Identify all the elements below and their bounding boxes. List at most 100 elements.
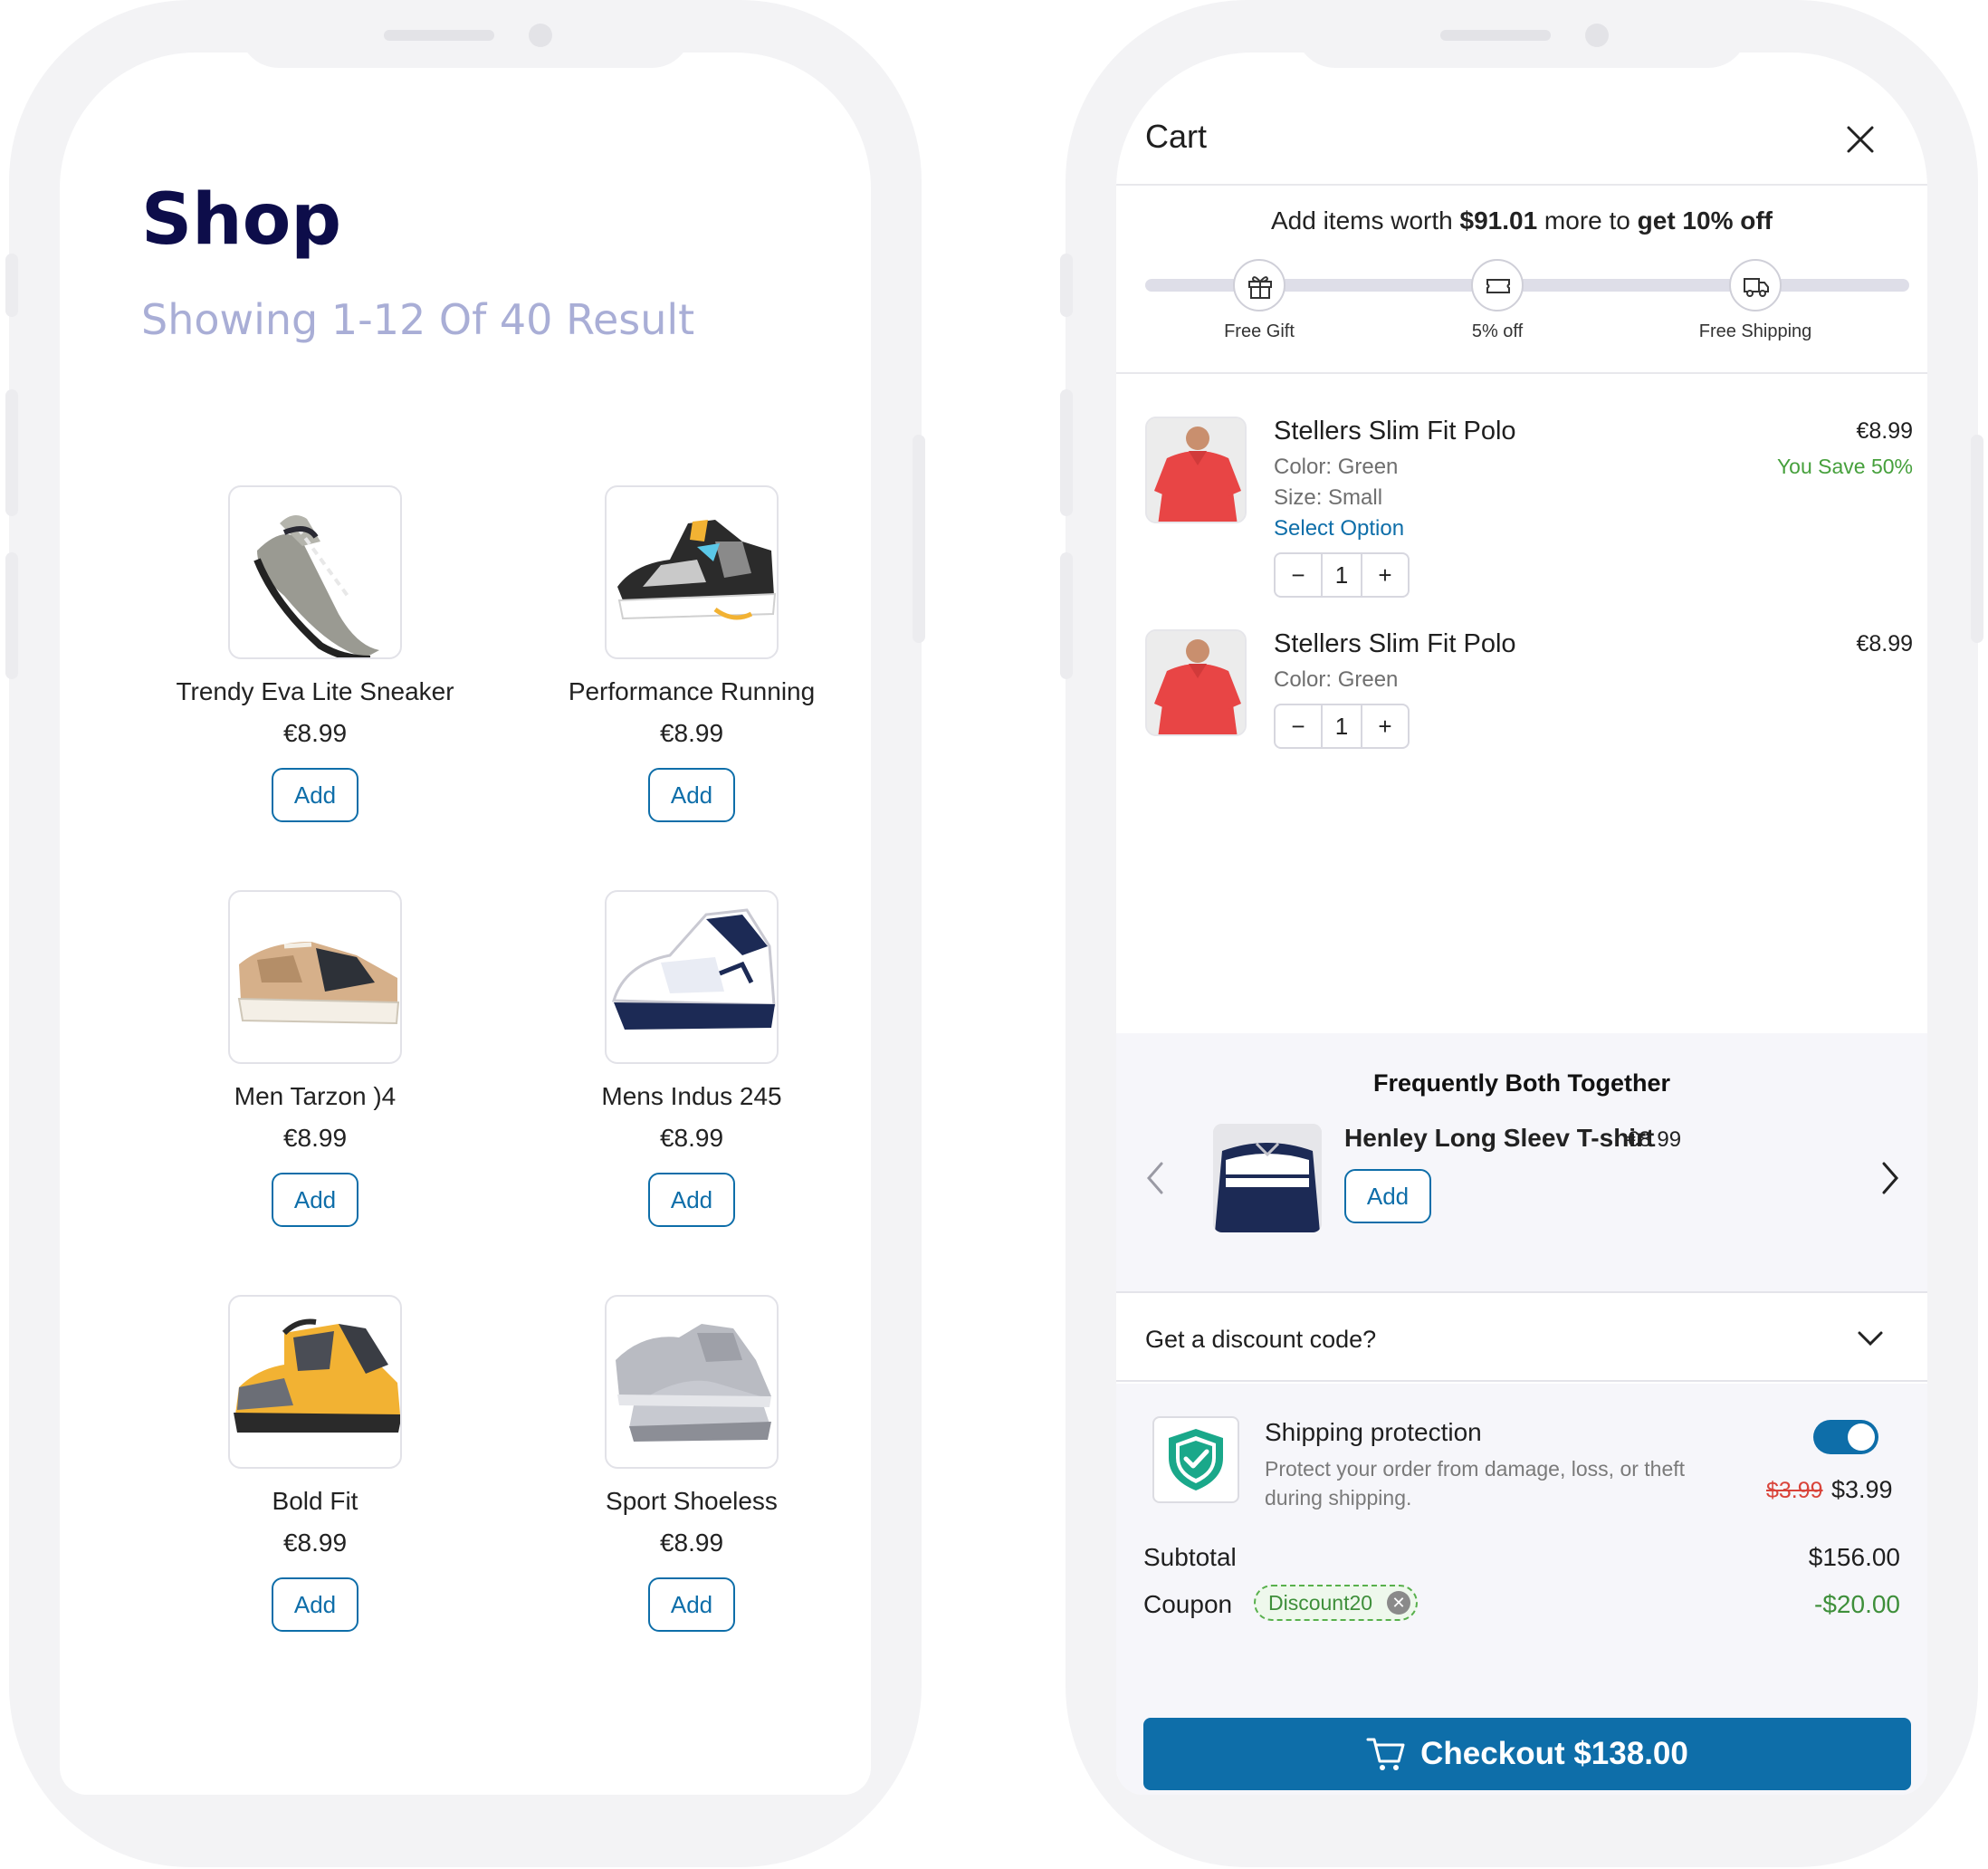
coupon-value: -$20.00 <box>1814 1590 1900 1618</box>
product-image[interactable] <box>228 485 402 659</box>
reward-message: Add items worth $91.01 more to get 10% o… <box>1116 206 1927 235</box>
phone-camera <box>1585 24 1609 47</box>
increase-quantity-button[interactable]: + <box>1362 554 1408 596</box>
product-card[interactable]: Trendy Eva Lite Sneaker €8.99 Add <box>134 485 496 822</box>
product-name: Men Tarzon )4 <box>234 1082 397 1110</box>
add-to-cart-button[interactable]: Add <box>272 1173 358 1227</box>
product-card[interactable]: Men Tarzon )4 €8.99 Add <box>134 890 496 1227</box>
fbt-product-image[interactable] <box>1213 1124 1322 1232</box>
chevron-left-icon[interactable] <box>1143 1160 1167 1196</box>
cart-item-color: Color: Green <box>1274 455 1399 479</box>
sneaker-image <box>253 515 379 657</box>
add-to-cart-button[interactable]: Add <box>648 1577 735 1632</box>
cart-item-image[interactable] <box>1145 629 1247 736</box>
close-icon[interactable] <box>1844 123 1877 156</box>
product-price: €8.99 <box>282 719 348 747</box>
cart-header: Cart <box>1116 53 1927 186</box>
cart-phone-frame: Cart Add items worth $91.01 more to get … <box>1060 0 1983 1867</box>
product-name: Bold Fit <box>272 1487 358 1515</box>
milestone-five-percent <box>1471 259 1524 312</box>
sneaker-image <box>611 908 776 1030</box>
phone-side-button <box>1060 389 1073 516</box>
chevron-down-icon[interactable] <box>1857 1329 1884 1347</box>
chevron-right-icon[interactable] <box>1878 1160 1902 1196</box>
product-price: €8.99 <box>282 1124 348 1152</box>
cart-item-price: €8.99 <box>1856 418 1913 444</box>
cart-item: Stellers Slim Fit Polo €8.99 You Save 50… <box>1145 417 1913 598</box>
cart-title: Cart <box>1145 118 1208 155</box>
increase-quantity-button[interactable]: + <box>1362 705 1408 747</box>
quantity-value[interactable]: 1 <box>1321 705 1362 747</box>
decrease-quantity-button[interactable]: − <box>1276 554 1321 596</box>
shield-check-icon <box>1169 1429 1223 1490</box>
product-card[interactable]: Sport Shoeless €8.99 Add <box>511 1295 871 1632</box>
phone-camera <box>529 24 552 47</box>
product-image[interactable] <box>605 1295 779 1469</box>
add-to-cart-button[interactable]: Add <box>648 1173 735 1227</box>
milestone-label: Free Shipping <box>1698 321 1812 341</box>
cart-item-size: Size: Small <box>1274 485 1383 510</box>
decrease-quantity-button[interactable]: − <box>1276 705 1321 747</box>
add-to-cart-button[interactable]: Add <box>648 768 735 822</box>
phone-side-button <box>1060 254 1073 317</box>
product-card[interactable]: Mens Indus 245 €8.99 Add <box>511 890 871 1227</box>
shop-phone-frame: Shop Showing 1-12 Of 40 Result Trendy Ev… <box>5 0 925 1867</box>
phone-side-button <box>5 254 18 317</box>
cart-item-name: Stellers Slim Fit Polo <box>1274 629 1516 658</box>
close-button[interactable] <box>1844 123 1877 156</box>
shipping-protection-title: Shipping protection <box>1265 1418 1482 1446</box>
select-option-link[interactable]: Select Option <box>1274 516 1404 542</box>
milestone-label: Free Gift <box>1224 321 1295 341</box>
coupon-chip: Discount20 ✕ <box>1254 1585 1419 1621</box>
coupon-label: Coupon <box>1143 1590 1233 1618</box>
product-image[interactable] <box>605 485 779 659</box>
checkout-button[interactable]: Checkout $138.00 <box>1143 1718 1911 1790</box>
product-card[interactable]: Performance Running €8.99 Add <box>511 485 871 822</box>
remove-coupon-icon[interactable]: ✕ <box>1387 1591 1411 1615</box>
product-card[interactable]: Bold Fit €8.99 Add <box>134 1295 496 1632</box>
product-price: €8.99 <box>659 719 724 747</box>
coupon-code: Discount20 <box>1268 1591 1373 1615</box>
cart-item-color: Color: Green <box>1274 667 1399 692</box>
cart-item-name: Stellers Slim Fit Polo <box>1274 417 1516 446</box>
milestone-label: 5% off <box>1471 321 1524 341</box>
polo-shirt-image <box>1147 631 1245 734</box>
phone-speaker <box>384 30 494 41</box>
carousel-prev-button[interactable] <box>1143 1160 1167 1201</box>
fbt-title: Frequently Both Together <box>1373 1069 1670 1097</box>
milestone-free-shipping <box>1729 259 1782 312</box>
add-to-cart-button[interactable]: Add <box>272 768 358 822</box>
fbt-product-price: €8.99 <box>1627 1127 1682 1152</box>
quantity-value[interactable]: 1 <box>1321 554 1362 596</box>
discount-code-accordion[interactable]: Get a discount code? <box>1116 1295 1927 1382</box>
protection-price: $3.99 <box>1831 1476 1893 1503</box>
add-to-cart-button[interactable]: Add <box>272 1577 358 1632</box>
reward-goal: get 10% off <box>1637 206 1773 235</box>
phone-notch <box>1295 0 1748 68</box>
product-name: Sport Shoeless <box>606 1487 778 1515</box>
quantity-stepper: − 1 + <box>1274 704 1410 749</box>
discount-code-label[interactable]: Get a discount code? <box>1145 1326 1376 1354</box>
shipping-protection-toggle[interactable] <box>1813 1420 1878 1454</box>
expand-button[interactable] <box>1857 1329 1884 1352</box>
toggle-knob[interactable] <box>1848 1423 1875 1451</box>
sneaker-image <box>237 942 400 1025</box>
product-image[interactable] <box>605 890 779 1064</box>
phone-notch <box>239 0 692 68</box>
product-price: €8.99 <box>282 1529 348 1557</box>
fbt-product-name: Henley Long Sleev T-shirt <box>1344 1124 1655 1152</box>
milestone-free-gift <box>1233 259 1286 312</box>
subtotal-label: Subtotal <box>1143 1543 1237 1571</box>
phone-speaker <box>1440 30 1551 41</box>
product-image[interactable] <box>228 1295 402 1469</box>
cart-item-image[interactable] <box>1145 417 1247 523</box>
fbt-add-button[interactable]: Add <box>1344 1169 1431 1223</box>
savings-badge: You Save 50% <box>1776 455 1913 478</box>
subtotal-value: $156.00 <box>1808 1543 1900 1571</box>
product-image[interactable] <box>228 890 402 1064</box>
sneaker-image <box>616 1324 771 1442</box>
checkout-label[interactable]: Checkout $138.00 <box>1420 1736 1688 1772</box>
phone-side-button <box>1971 435 1983 643</box>
carousel-next-button[interactable] <box>1878 1160 1902 1201</box>
sneaker-image <box>617 520 777 620</box>
